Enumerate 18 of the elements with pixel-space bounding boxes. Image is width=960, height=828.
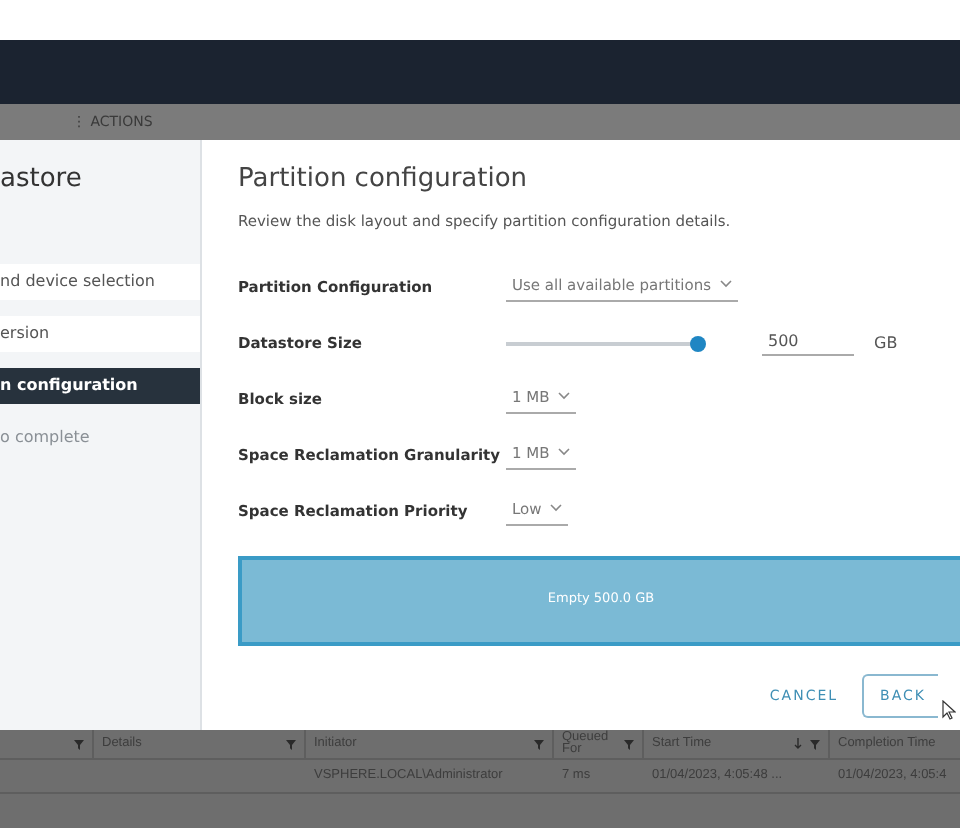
unit-label: GB	[874, 331, 898, 356]
filter-icon[interactable]	[534, 739, 544, 749]
filter-icon[interactable]	[810, 739, 820, 749]
sort-arrow-icon[interactable]	[794, 738, 802, 750]
slider-thumb[interactable]	[690, 335, 706, 352]
filter-icon[interactable]	[624, 739, 634, 749]
caret-icon	[557, 448, 570, 457]
wizard-title: astore	[0, 162, 84, 198]
caret-icon	[719, 280, 732, 289]
filter-icon[interactable]	[74, 739, 84, 749]
wizard-step[interactable]: n configuration	[0, 367, 200, 403]
caret-icon	[557, 392, 570, 401]
caret-icon	[549, 504, 562, 513]
page-title: Partition configuration	[238, 162, 530, 198]
filter-icon[interactable]	[286, 739, 296, 749]
size-input-field[interactable]: 500	[762, 330, 854, 357]
wizard-step[interactable]: nd device selection	[0, 263, 200, 299]
wizard-step[interactable]: ersion	[0, 315, 200, 351]
